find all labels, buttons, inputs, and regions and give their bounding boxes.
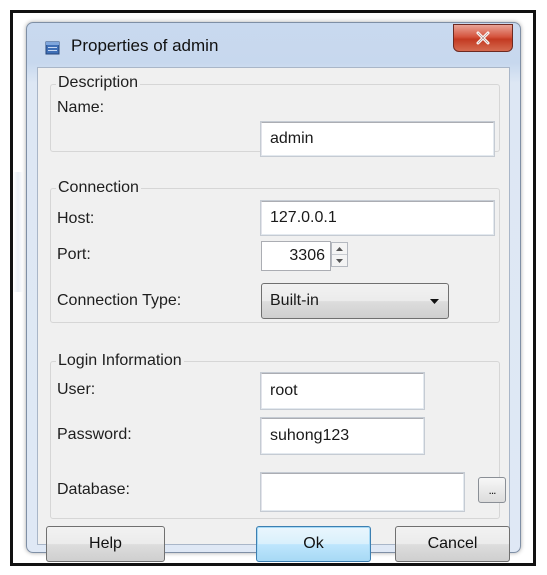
name-label: Name: [57, 99, 105, 116]
browse-database-button[interactable]: ... [478, 477, 506, 503]
dropdown-arrow-icon [430, 299, 439, 304]
connection-type-value: Built-in [270, 292, 319, 309]
user-input[interactable]: root [260, 372, 425, 410]
database-label: Database: [57, 481, 130, 498]
name-input[interactable]: admin [260, 121, 495, 157]
port-decrement-button[interactable] [332, 255, 347, 266]
port-input[interactable]: 3306 [261, 241, 331, 271]
database-input[interactable] [260, 472, 465, 512]
title-bar[interactable]: Properties of admin [27, 23, 520, 67]
properties-dialog: Properties of admin Description Name: ad… [26, 22, 521, 562]
password-input[interactable]: suhong123 [260, 417, 425, 455]
dialog-body: Description Name: admin Connection Host:… [37, 67, 510, 562]
password-label: Password: [57, 426, 132, 443]
user-label: User: [57, 381, 96, 398]
connection-type-select[interactable]: Built-in [261, 283, 449, 319]
connection-type-label: Connection Type: [57, 292, 182, 309]
port-label: Port: [57, 246, 91, 263]
ok-button[interactable]: Ok [256, 526, 371, 562]
connection-group-title: Connection [56, 179, 141, 197]
cancel-button[interactable]: Cancel [395, 526, 510, 562]
port-increment-button[interactable] [332, 243, 347, 255]
host-label: Host: [57, 210, 95, 227]
chevron-up-icon [336, 246, 343, 251]
chevron-down-icon [336, 258, 343, 263]
window-title: Properties of admin [71, 36, 219, 55]
help-button[interactable]: Help [46, 526, 165, 562]
port-stepper[interactable] [331, 242, 348, 267]
database-properties-icon [45, 41, 60, 55]
close-icon [476, 31, 490, 45]
host-input[interactable]: 127.0.0.1 [260, 200, 495, 236]
close-button[interactable] [453, 24, 513, 52]
login-information-group-title: Login Information [56, 352, 184, 370]
description-group-title: Description [56, 74, 141, 92]
background-strip [13, 172, 23, 292]
